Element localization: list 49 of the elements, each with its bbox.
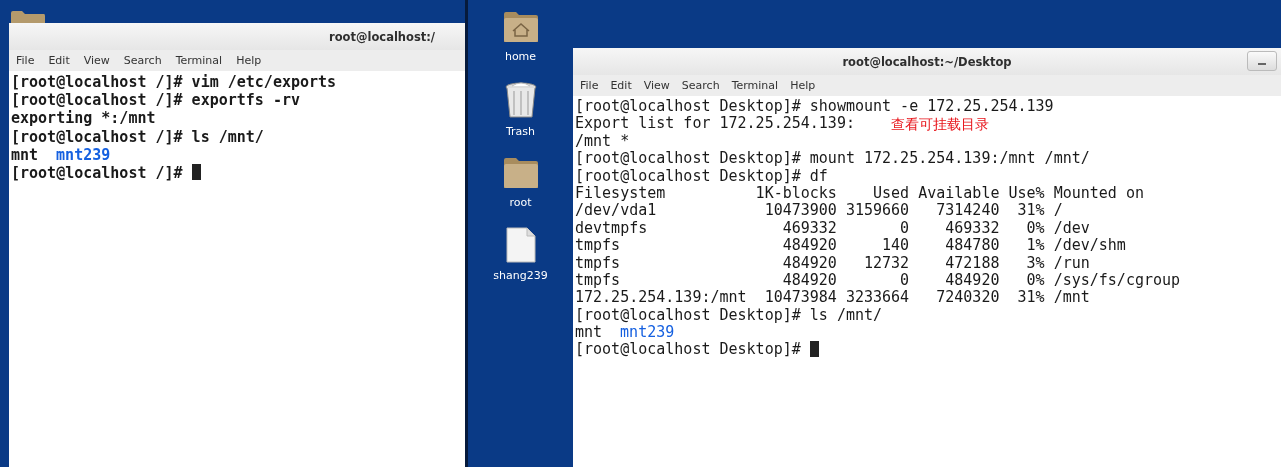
menu-item[interactable]: Edit — [610, 79, 632, 92]
minimize-button[interactable] — [1247, 51, 1277, 71]
terminal-line: Export list for 172.25.254.139: — [575, 115, 855, 133]
desktop-icon-label[interactable]: Trash — [505, 125, 536, 138]
terminal-prompt: [root@localhost /]# — [11, 163, 184, 183]
terminal-line: exporting *:/mnt — [11, 109, 156, 128]
folder-icon[interactable] — [501, 156, 540, 190]
annotation-text: 查看可挂载目录 — [891, 116, 989, 134]
terminal-line: tmpfs 484920 140 484780 1% /dev/shm — [575, 237, 1126, 255]
desktop-icon-label[interactable]: home — [504, 50, 537, 63]
terminal-line: /mnt * — [575, 132, 630, 151]
terminal-line: [root@localhost Desktop]# mount 172.25.254.139:/mnt /mnt/ — [575, 150, 1090, 168]
document-icon[interactable] — [505, 227, 536, 263]
terminal-prompt: [root@localhost Desktop]# — [575, 341, 802, 359]
menu-item[interactable]: File — [16, 54, 35, 67]
menu-item[interactable]: Terminal — [731, 79, 779, 92]
terminal-line: [root@localhost /]# exportfs -rv — [11, 91, 300, 110]
menu-item[interactable]: Search — [681, 79, 720, 92]
terminal-line: Filesystem 1K-blocks Used Available Use% Mounted on — [575, 184, 1144, 203]
menu-item[interactable]: Edit — [48, 54, 70, 67]
window-title: root@localhost:/ — [329, 29, 436, 44]
folder-icon — [10, 10, 46, 23]
file-name: mnt — [575, 324, 603, 342]
file-name: mnt239 — [56, 145, 111, 164]
terminal-line: [root@localhost /]# vim /etc/exports — [11, 73, 337, 92]
terminal-line: devtmpfs 469332 0 469332 0% /dev — [575, 219, 1090, 238]
menu-item[interactable]: Help — [236, 54, 262, 67]
menu-item[interactable]: Terminal — [175, 54, 223, 67]
terminal-line: [root@localhost /]# ls /mnt/ — [11, 127, 264, 146]
terminal-line: tmpfs 484920 0 484920 0% /sys/fs/cgroup — [575, 271, 1181, 290]
minimize-icon — [1258, 63, 1266, 65]
menu-item[interactable]: Help — [790, 79, 816, 92]
terminal-line: 172.25.254.139:/mnt 10473984 3233664 7240320 31% /mnt — [575, 289, 1090, 307]
terminal-line: tmpfs 484920 12732 472188 3% /run — [575, 254, 1090, 272]
trash-icon[interactable] — [503, 81, 538, 119]
desktop-icon-label[interactable]: root — [509, 196, 532, 209]
file-name: mnt239 — [620, 324, 675, 342]
menu-item[interactable]: File — [580, 79, 599, 92]
terminal-line: [root@localhost Desktop]# showmount -e 172.25.254.139 — [575, 98, 1054, 116]
menu-item[interactable]: View — [83, 54, 110, 67]
file-name: mnt — [11, 145, 39, 164]
home-folder-icon[interactable] — [501, 10, 540, 44]
terminal-line: [root@localhost Desktop]# ls /mnt/ — [575, 306, 883, 325]
window-title: root@localhost:~/Desktop — [842, 54, 1012, 69]
menu-item[interactable]: Search — [123, 54, 162, 67]
terminal-line: /dev/vda1 10473900 3159660 7314240 31% / — [575, 202, 1063, 220]
desktop-icon-label[interactable]: shang239 — [493, 269, 548, 282]
menu-item[interactable]: View — [643, 79, 670, 92]
terminal-line: [root@localhost Desktop]# df — [575, 167, 828, 185]
